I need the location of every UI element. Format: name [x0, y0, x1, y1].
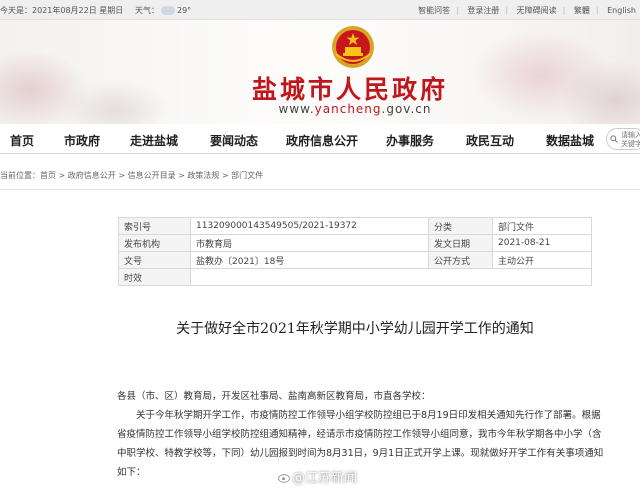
site-title: 盐城市人民政府	[251, 75, 448, 104]
nav-item-news[interactable]: 要闻动态	[210, 132, 258, 149]
meta-value-disclosure-type: 主动公开	[492, 251, 592, 269]
breadcrumb[interactable]: 当前位置：首页 > 政府信息公开 > 信息公开目录 > 政策法规 > 部门文件	[0, 160, 640, 190]
document-body: 各县（市、区）教育局，开发区社事局、盐南高新区教育局，市直各学校： 关于今年秋学…	[117, 387, 607, 482]
document-metadata-table: 索引号 113209000143549505/2021-19372 分类 部门文…	[118, 217, 592, 286]
meta-value-category: 部门文件	[492, 217, 592, 235]
watermark-text: @江苏新闻	[292, 471, 358, 486]
main-nav: 首页 市政府 走进盐城 要闻动态 政府信息公开 办事服务 政民互动 数据盐城 请…	[0, 124, 640, 154]
weibo-logo-icon	[278, 474, 290, 483]
link-traditional-chinese[interactable]: 繁體	[574, 6, 590, 15]
table-row: 时效	[118, 268, 592, 286]
weather-widget: 天气： 29°	[135, 5, 191, 16]
weather-label: 天气：	[135, 6, 159, 15]
meta-value-publisher: 市教育局	[190, 234, 429, 252]
cloud-icon	[161, 6, 175, 15]
nav-item-city-government[interactable]: 市政府	[64, 132, 100, 149]
search-input[interactable]: 请输入关键字	[606, 128, 640, 150]
meta-label-validity: 时效	[118, 268, 191, 286]
nav-item-data-yancheng[interactable]: 数据盐城	[546, 132, 594, 149]
table-row: 发布机构 市教育局 发文日期 2021-08-21	[118, 234, 592, 252]
document-title: 关于做好全市2021年秋学期中小学幼儿园开学工作的通知	[176, 321, 534, 337]
link-accessible-reading[interactable]: 无障碍阅读	[517, 6, 557, 15]
nav-item-citizen-interaction[interactable]: 政民互动	[466, 132, 514, 149]
meta-label-category: 分类	[428, 217, 493, 235]
meta-value-doc-number: 盐教办〔2021〕18号	[190, 251, 429, 269]
document-paragraph: 关于今年秋学期开学工作，市疫情防控工作领导小组学校防控组已于8月19日印发相关通…	[117, 410, 604, 478]
meta-label-issue-date: 发文日期	[428, 234, 493, 252]
link-english[interactable]: English	[607, 6, 636, 15]
site-url: www.yancheng.gov.cn	[278, 102, 432, 116]
search-icon	[610, 135, 618, 143]
document-salutation: 各县（市、区）教育局，开发区社事局、盐南高新区教育局，市直各学校：	[117, 391, 431, 402]
date-text: 今天是：2021年08月22日 星期日	[0, 6, 124, 15]
link-smart-qa[interactable]: 智能问答	[418, 6, 450, 15]
table-row: 文号 盐教办〔2021〕18号 公开方式 主动公开	[118, 251, 592, 269]
meta-label-publisher: 发布机构	[118, 234, 191, 252]
meta-value-index: 113209000143549505/2021-19372	[190, 217, 429, 235]
top-utility-bar: 今天是：2021年08月22日 星期日 天气： 29° 智能问答 | 登录注册 | 无…	[0, 0, 640, 20]
source-watermark: @江苏新闻	[278, 467, 357, 486]
table-row: 索引号 113209000143549505/2021-19372 分类 部门文…	[118, 217, 592, 235]
top-links: 智能问答 | 登录注册 | 无障碍阅读 | 繁體 | English	[418, 6, 636, 15]
meta-value-validity	[190, 268, 592, 286]
link-login-register[interactable]: 登录注册	[467, 6, 499, 15]
nav-item-services[interactable]: 办事服务	[386, 132, 434, 149]
nav-item-gov-info-disclosure[interactable]: 政府信息公开	[286, 132, 358, 149]
meta-value-issue-date: 2021-08-21	[492, 234, 592, 252]
meta-label-disclosure-type: 公开方式	[428, 251, 493, 269]
meta-label-index: 索引号	[118, 217, 191, 235]
national-emblem-icon	[332, 26, 374, 68]
site-banner: 盐城市人民政府 www.yancheng.gov.cn	[0, 20, 640, 124]
meta-label-doc-number: 文号	[118, 251, 191, 269]
nav-item-explore-yancheng[interactable]: 走进盐城	[130, 132, 178, 149]
search-placeholder: 请输入关键字	[621, 131, 640, 148]
nav-item-home[interactable]: 首页	[10, 132, 34, 149]
weather-temp: 29°	[177, 6, 192, 15]
